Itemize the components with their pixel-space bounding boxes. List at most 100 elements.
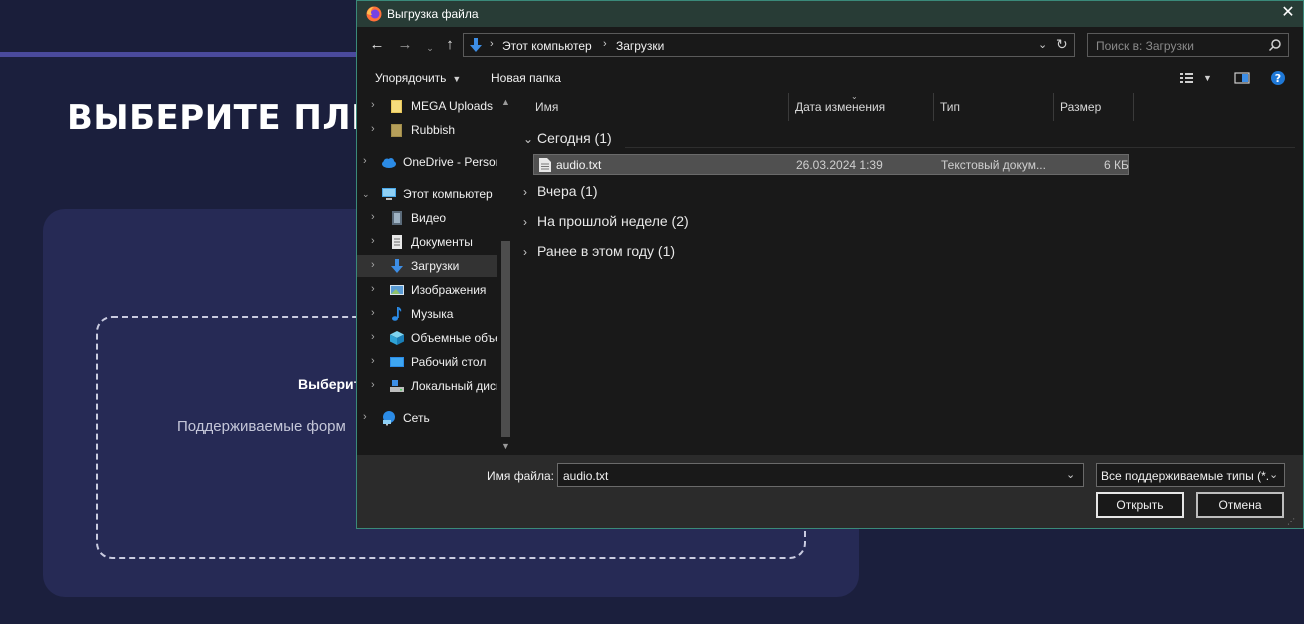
chevron-right-icon[interactable]: › bbox=[523, 215, 537, 229]
sort-indicator-icon: ⌄ bbox=[851, 92, 858, 101]
column-type-label: Тип bbox=[940, 100, 961, 114]
back-arrow-icon[interactable]: ← bbox=[367, 36, 387, 54]
nav-item-local-disk[interactable]: › Локальный диск bbox=[357, 375, 497, 397]
chevron-down-icon[interactable]: ⌄ bbox=[1269, 468, 1278, 481]
help-icon[interactable]: ? bbox=[1270, 70, 1286, 86]
breadcrumb-downloads[interactable]: Загрузки bbox=[616, 39, 664, 53]
column-name-label: Имя bbox=[535, 100, 559, 114]
nav-item-network[interactable]: › Сеть bbox=[357, 407, 497, 429]
filename-value: audio.txt bbox=[563, 469, 609, 483]
file-type-select[interactable]: Все поддерживаемые типы (*. ⌄ bbox=[1096, 463, 1285, 487]
nav-item-onedrive[interactable]: › OneDrive - Personal bbox=[357, 151, 497, 173]
breadcrumb-this-pc[interactable]: Этот компьютер bbox=[502, 39, 592, 53]
column-header-name[interactable]: Имя bbox=[529, 93, 789, 121]
nav-item-3d-objects[interactable]: › Объемные объекты bbox=[357, 327, 497, 349]
nav-item-images[interactable]: › Изображения bbox=[357, 279, 497, 301]
nav-item-label: Рабочий стол bbox=[411, 355, 487, 369]
chevron-right-icon[interactable]: › bbox=[523, 245, 537, 259]
chevron-down-icon[interactable]: ▼ bbox=[1203, 73, 1212, 83]
new-folder-button[interactable]: Новая папка bbox=[491, 71, 561, 85]
organize-label: Упорядочить bbox=[375, 71, 447, 85]
cloud-icon bbox=[382, 158, 396, 168]
chevron-right-icon[interactable]: › bbox=[371, 211, 381, 223]
file-type: Текстовый докум... bbox=[941, 158, 1046, 172]
close-icon[interactable]: ✕ bbox=[1277, 3, 1299, 25]
cancel-button[interactable]: Отмена bbox=[1196, 492, 1284, 518]
column-header-date[interactable]: ⌄ Дата изменения bbox=[789, 92, 934, 121]
organize-button[interactable]: Упорядочить ▼ bbox=[375, 71, 461, 85]
firefox-icon bbox=[366, 6, 382, 22]
scrollbar-thumb[interactable] bbox=[501, 241, 510, 437]
column-date-label: Дата изменения bbox=[795, 100, 886, 114]
chevron-right-icon[interactable]: › bbox=[371, 99, 381, 111]
open-button[interactable]: Открыть bbox=[1096, 492, 1184, 518]
group-yesterday[interactable]: › Вчера (1) bbox=[523, 183, 598, 199]
filename-label: Имя файла: bbox=[487, 469, 554, 483]
refresh-icon[interactable]: ↻ bbox=[1056, 36, 1068, 53]
chevron-right-icon[interactable]: › bbox=[371, 283, 381, 295]
chevron-right-icon[interactable]: › bbox=[363, 411, 373, 423]
nav-pane-scrollbar[interactable]: ▲ ▼ bbox=[497, 93, 514, 455]
group-earlier-this-year[interactable]: › Ранее в этом году (1) bbox=[523, 243, 675, 259]
folder-icon bbox=[391, 100, 402, 113]
nav-item-label: Rubbish bbox=[411, 123, 456, 137]
nav-item-music[interactable]: › Музыка bbox=[357, 303, 497, 325]
nav-item-label: Изображения bbox=[411, 283, 487, 297]
nav-item-label: Видео bbox=[411, 211, 447, 225]
chevron-right-icon[interactable]: › bbox=[371, 235, 381, 247]
chevron-down-icon[interactable]: ⌄ bbox=[1038, 38, 1047, 51]
address-bar[interactable]: › Этот компьютер › Загрузки ⌄ ↻ bbox=[463, 33, 1075, 57]
recent-locations-chevron-icon[interactable]: ⌄ bbox=[420, 39, 440, 57]
scroll-down-icon[interactable]: ▼ bbox=[501, 441, 510, 451]
breadcrumb-separator-icon: › bbox=[603, 38, 607, 50]
filename-input[interactable]: audio.txt ⌄ bbox=[557, 463, 1084, 487]
scroll-up-icon[interactable]: ▲ bbox=[501, 97, 510, 107]
chevron-right-icon[interactable]: › bbox=[371, 123, 381, 135]
nav-item-rubbish[interactable]: › Rubbish bbox=[357, 119, 497, 141]
column-header-size[interactable]: Размер bbox=[1054, 93, 1134, 121]
chevron-down-icon[interactable]: ⌄ bbox=[362, 189, 372, 200]
dialog-title: Выгрузка файла bbox=[387, 7, 479, 21]
file-upload-dialog: Выгрузка файла ✕ ← → ⌄ ↑ › Этот компьюте… bbox=[356, 0, 1304, 529]
nav-item-downloads[interactable]: › Загрузки bbox=[357, 255, 497, 277]
nav-item-documents[interactable]: › Документы bbox=[357, 231, 497, 253]
view-options-icon[interactable] bbox=[1179, 70, 1195, 86]
search-input[interactable]: Поиск в: Загрузки bbox=[1087, 33, 1289, 57]
group-last-week[interactable]: › На прошлой неделе (2) bbox=[523, 213, 689, 229]
chevron-right-icon[interactable]: › bbox=[371, 331, 381, 343]
nav-item-desktop[interactable]: › Рабочий стол bbox=[357, 351, 497, 373]
dialog-titlebar: Выгрузка файла ✕ bbox=[357, 1, 1303, 27]
nav-item-mega-uploads[interactable]: › MEGA Uploads bbox=[357, 95, 497, 117]
3d-objects-icon bbox=[390, 331, 404, 345]
column-header-type[interactable]: Тип bbox=[934, 93, 1054, 121]
nav-item-label: Этот компьютер bbox=[403, 187, 493, 201]
file-list: Имя ⌄ Дата изменения Тип Размер ⌄ Сегодня… bbox=[517, 92, 1303, 455]
up-arrow-icon[interactable]: ↑ bbox=[440, 36, 460, 54]
nav-item-label: OneDrive - Personal bbox=[403, 155, 497, 169]
chevron-right-icon[interactable]: › bbox=[371, 379, 381, 391]
folder-icon bbox=[391, 124, 402, 137]
svg-text:?: ? bbox=[1275, 72, 1281, 85]
chevron-down-icon[interactable]: ⌄ bbox=[1066, 468, 1075, 481]
breadcrumb-separator-icon: › bbox=[490, 38, 494, 50]
preview-pane-icon[interactable] bbox=[1234, 70, 1250, 86]
search-icon bbox=[1268, 39, 1281, 52]
nav-item-label: Документы bbox=[411, 235, 473, 249]
group-today[interactable]: ⌄ Сегодня (1) bbox=[523, 130, 612, 146]
group-divider bbox=[625, 147, 1295, 148]
nav-item-this-pc[interactable]: ⌄ Этот компьютер bbox=[357, 183, 497, 205]
chevron-down-icon[interactable]: ⌄ bbox=[523, 132, 537, 146]
chevron-right-icon[interactable]: › bbox=[371, 259, 381, 271]
file-row-audio-txt[interactable]: audio.txt 26.03.2024 1:39 Текстовый доку… bbox=[533, 154, 1129, 175]
chevron-right-icon[interactable]: › bbox=[363, 155, 373, 167]
chevron-right-icon[interactable]: › bbox=[371, 307, 381, 319]
chevron-right-icon[interactable]: › bbox=[523, 185, 537, 199]
dialog-footer: Имя файла: audio.txt ⌄ Все поддерживаемы… bbox=[357, 455, 1303, 528]
resize-grip-icon[interactable]: ⋰ bbox=[1287, 517, 1295, 526]
images-icon bbox=[390, 285, 404, 295]
chevron-right-icon[interactable]: › bbox=[371, 355, 381, 367]
file-type-value: Все поддерживаемые типы (*. bbox=[1101, 469, 1269, 483]
forward-arrow-icon[interactable]: → bbox=[395, 36, 415, 54]
nav-item-video[interactable]: › Видео bbox=[357, 207, 497, 229]
group-label: Ранее в этом году (1) bbox=[537, 243, 676, 259]
